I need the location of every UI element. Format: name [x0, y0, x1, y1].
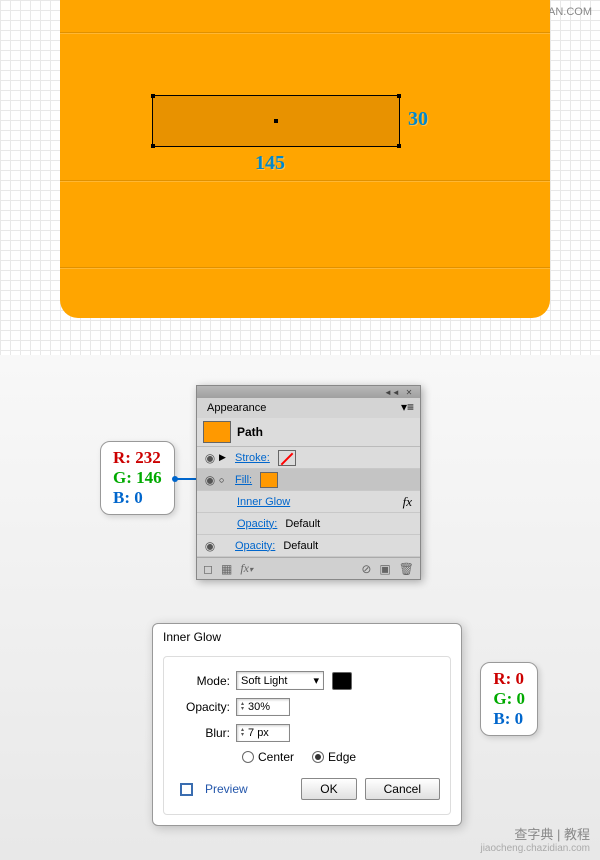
panel-close-icon[interactable]: ✕	[402, 388, 416, 396]
mode-row: Mode: Soft Light ▾	[174, 671, 440, 690]
opacity-label: Opacity:	[233, 518, 281, 530]
opacity-label: Opacity:	[231, 540, 279, 552]
center-radio-option[interactable]: Center	[242, 750, 294, 764]
dialog-title: Inner Glow	[153, 624, 461, 650]
watermark-url: jiaocheng.chazidian.com	[480, 843, 590, 854]
callout-dot	[172, 476, 178, 482]
rgb-r-value: R: 0	[493, 669, 525, 689]
blur-input[interactable]: ▴▾ 7 px	[236, 724, 290, 742]
dialog-buttons: Preview OK Cancel	[174, 778, 440, 800]
expand-icon[interactable]: ▶	[219, 452, 231, 463]
visibility-icon[interactable]: ◉	[201, 539, 219, 553]
rgb-callout-fill: R: 232 G: 146 B: 0	[100, 441, 175, 515]
preview-checkbox[interactable]	[180, 783, 193, 796]
panel-collapse-icon[interactable]: ◄◄	[384, 388, 398, 396]
selection-handle[interactable]	[397, 94, 401, 98]
visibility-icon[interactable]: ◉	[201, 473, 219, 487]
ok-button[interactable]: OK	[301, 778, 356, 800]
rgb-b-value: B: 0	[493, 709, 525, 729]
panels-area: R: 232 G: 146 B: 0 ◄◄ ✕ Appearance ▾≡ Pa…	[0, 355, 600, 860]
panel-titlebar[interactable]: ◄◄ ✕	[197, 386, 420, 398]
opacity-input[interactable]: ▴▾ 30%	[236, 698, 290, 716]
selected-rectangle[interactable]	[152, 95, 400, 147]
fx-indicator: fx	[403, 494, 416, 510]
rgb-callout-glow: R: 0 G: 0 B: 0	[480, 662, 538, 736]
card-fold-line	[60, 32, 550, 33]
rgb-g-value: G: 146	[113, 468, 162, 488]
no-selection-icon[interactable]: ◻	[203, 562, 213, 576]
mode-value: Soft Light	[241, 675, 287, 687]
selection-handle[interactable]	[151, 144, 155, 148]
inner-glow-row[interactable]: Inner Glow fx	[197, 491, 420, 513]
stepper-icon[interactable]: ▴▾	[241, 728, 244, 738]
fx-menu-icon[interactable]: fx▾	[240, 561, 253, 576]
opacity-value: 30%	[248, 701, 270, 713]
inner-glow-link[interactable]: Inner Glow	[233, 496, 290, 508]
card-fold-line	[60, 267, 550, 268]
path-label: Path	[237, 425, 263, 439]
dimension-width-label: 145	[255, 152, 285, 175]
preview-label[interactable]: Preview	[205, 782, 248, 796]
selection-handle[interactable]	[151, 94, 155, 98]
appearance-tab[interactable]: Appearance	[197, 398, 276, 418]
orange-card-shape: 145 30	[60, 0, 550, 318]
glow-color-swatch[interactable]	[332, 672, 352, 690]
fill-label: Fill:	[231, 474, 256, 486]
rgb-g-value: G: 0	[493, 689, 525, 709]
appearance-panel: ◄◄ ✕ Appearance ▾≡ Path ◉ ▶ Stroke: ◉ ○ …	[196, 385, 421, 580]
panel-tabs: Appearance ▾≡	[197, 398, 420, 418]
blur-value: 7 px	[248, 727, 269, 739]
expand-icon[interactable]: ○	[219, 475, 231, 485]
selection-center	[274, 119, 278, 123]
trash-icon[interactable]: 🗑	[399, 562, 414, 576]
path-swatch[interactable]	[203, 421, 231, 443]
mode-label: Mode:	[174, 674, 236, 688]
panel-footer: ◻ ▦ fx▾ ⊘ ▣ 🗑	[197, 557, 420, 579]
fill-row[interactable]: ◉ ○ Fill:	[197, 469, 420, 491]
panel-menu-icon[interactable]: ▾≡	[395, 398, 420, 416]
duplicate-icon[interactable]: ▣	[379, 562, 390, 576]
mode-select[interactable]: Soft Light ▾	[236, 671, 324, 690]
inner-glow-dialog: Inner Glow Mode: Soft Light ▾ Opacity: ▴…	[152, 623, 462, 826]
opacity-value: Default	[279, 540, 318, 552]
dimension-height-label: 30	[408, 108, 428, 131]
dialog-body: Mode: Soft Light ▾ Opacity: ▴▾ 30% Blur:…	[163, 656, 451, 815]
watermark-text: 查字典 | 教程	[480, 824, 590, 843]
watermark-bottom: 查字典 | 教程 jiaocheng.chazidian.com	[480, 824, 590, 854]
visibility-icon[interactable]: ◉	[201, 451, 219, 465]
opacity-main-row[interactable]: ◉ Opacity: Default	[197, 535, 420, 557]
edge-radio-option[interactable]: Edge	[312, 750, 356, 764]
opacity-row: Opacity: ▴▾ 30%	[174, 698, 440, 716]
opacity-value: Default	[281, 518, 320, 530]
blur-label: Blur:	[174, 726, 236, 740]
stroke-swatch-none[interactable]	[278, 450, 296, 466]
glow-origin-radios: Center Edge	[174, 750, 440, 764]
layer-icon[interactable]: ▦	[221, 562, 232, 576]
radio-icon[interactable]	[312, 751, 324, 763]
stepper-icon[interactable]: ▴▾	[241, 702, 244, 712]
card-fold-line	[60, 180, 550, 181]
selection-handle[interactable]	[397, 144, 401, 148]
canvas-artboard: 思缘设计论坛 WWW.MISSYUAN.COM 145 30	[0, 0, 600, 355]
stroke-row[interactable]: ◉ ▶ Stroke:	[197, 447, 420, 469]
cancel-button[interactable]: Cancel	[365, 778, 440, 800]
opacity-sub-row[interactable]: Opacity: Default	[197, 513, 420, 535]
path-row[interactable]: Path	[197, 418, 420, 447]
opacity-label: Opacity:	[174, 700, 236, 714]
dropdown-icon: ▾	[313, 674, 319, 687]
blur-row: Blur: ▴▾ 7 px	[174, 724, 440, 742]
clear-icon[interactable]: ⊘	[361, 562, 371, 576]
rgb-r-value: R: 232	[113, 448, 162, 468]
panel-body: Path ◉ ▶ Stroke: ◉ ○ Fill: Inner Glow fx…	[197, 418, 420, 579]
rgb-b-value: B: 0	[113, 488, 162, 508]
edge-label: Edge	[328, 750, 356, 764]
stroke-label: Stroke:	[231, 452, 274, 464]
radio-icon[interactable]	[242, 751, 254, 763]
fill-swatch[interactable]	[260, 472, 278, 488]
center-label: Center	[258, 750, 294, 764]
